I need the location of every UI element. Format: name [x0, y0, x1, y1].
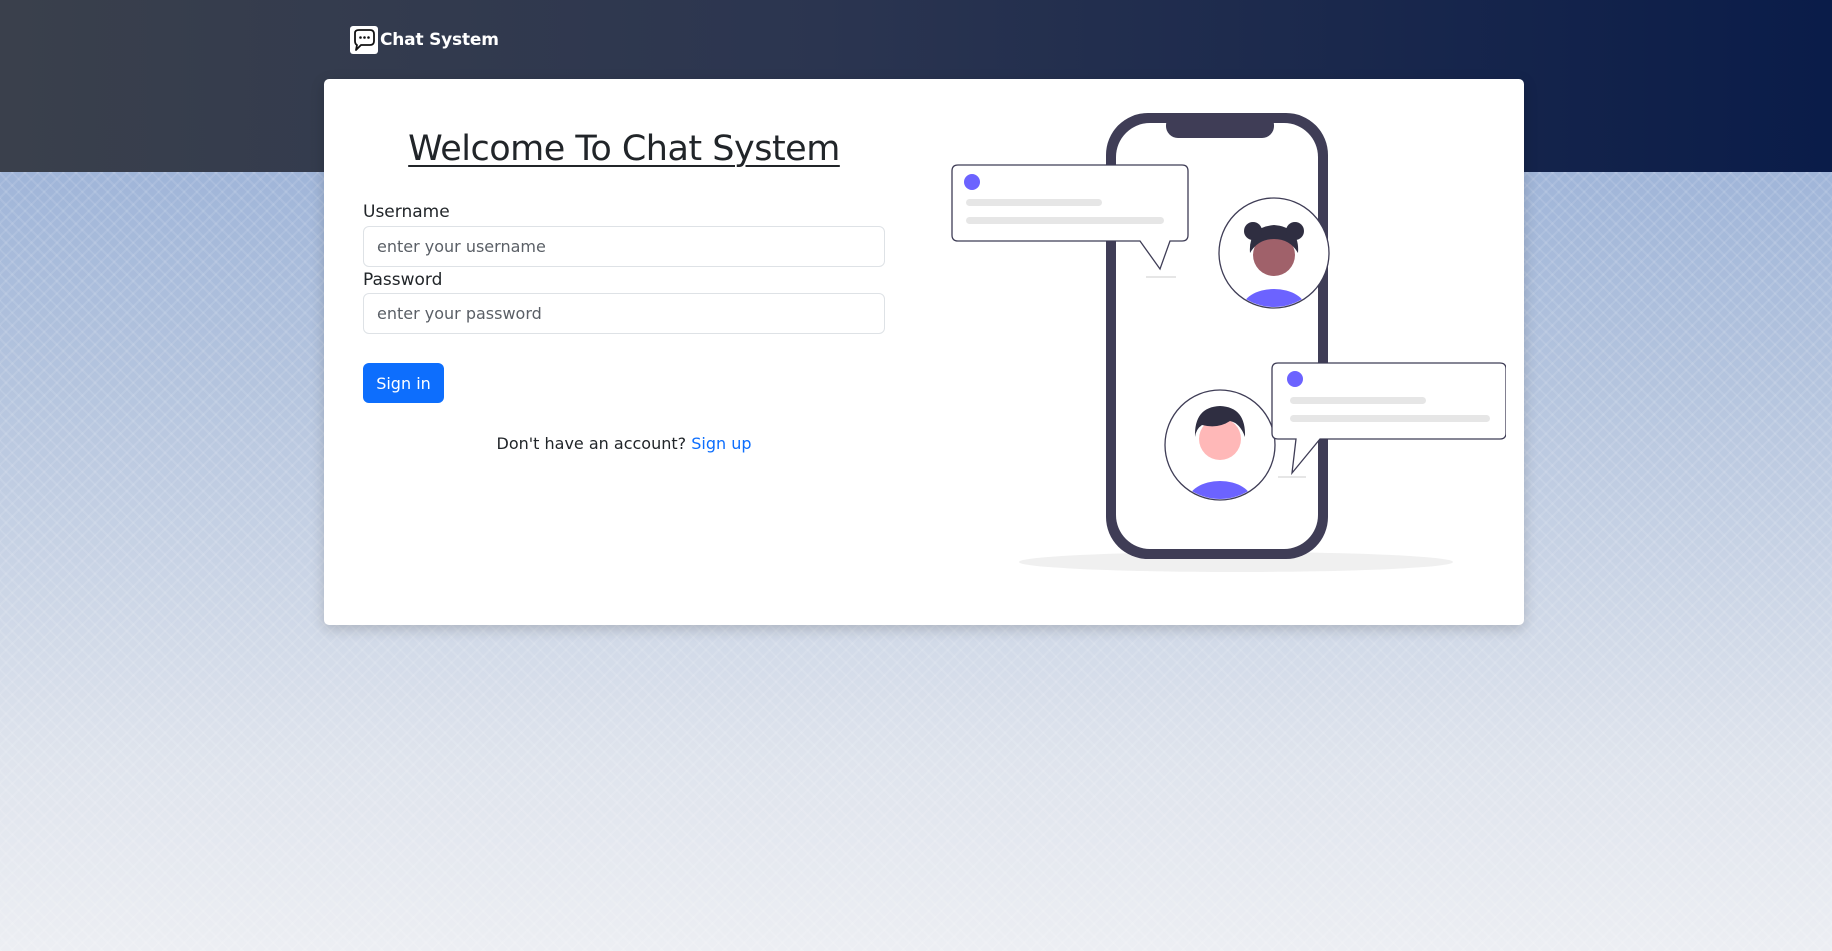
password-input[interactable] — [363, 293, 885, 334]
sign-up-link[interactable]: Sign up — [691, 434, 751, 453]
chat-bubble-icon — [350, 26, 378, 54]
signup-prompt: Don't have an account? Sign up — [363, 434, 885, 453]
username-label: Username — [363, 202, 450, 222]
brand[interactable]: Chat System — [350, 26, 499, 54]
username-input[interactable] — [363, 226, 885, 267]
brand-name: Chat System — [380, 30, 499, 50]
password-label: Password — [363, 270, 443, 290]
page-title: Welcome To Chat System — [408, 129, 840, 169]
sign-in-button[interactable]: Sign in — [363, 363, 444, 403]
signup-prompt-text: Don't have an account? — [496, 434, 687, 453]
login-card: Welcome To Chat System Username Password… — [324, 79, 1524, 625]
phone-chat-illustration — [951, 113, 1506, 572]
